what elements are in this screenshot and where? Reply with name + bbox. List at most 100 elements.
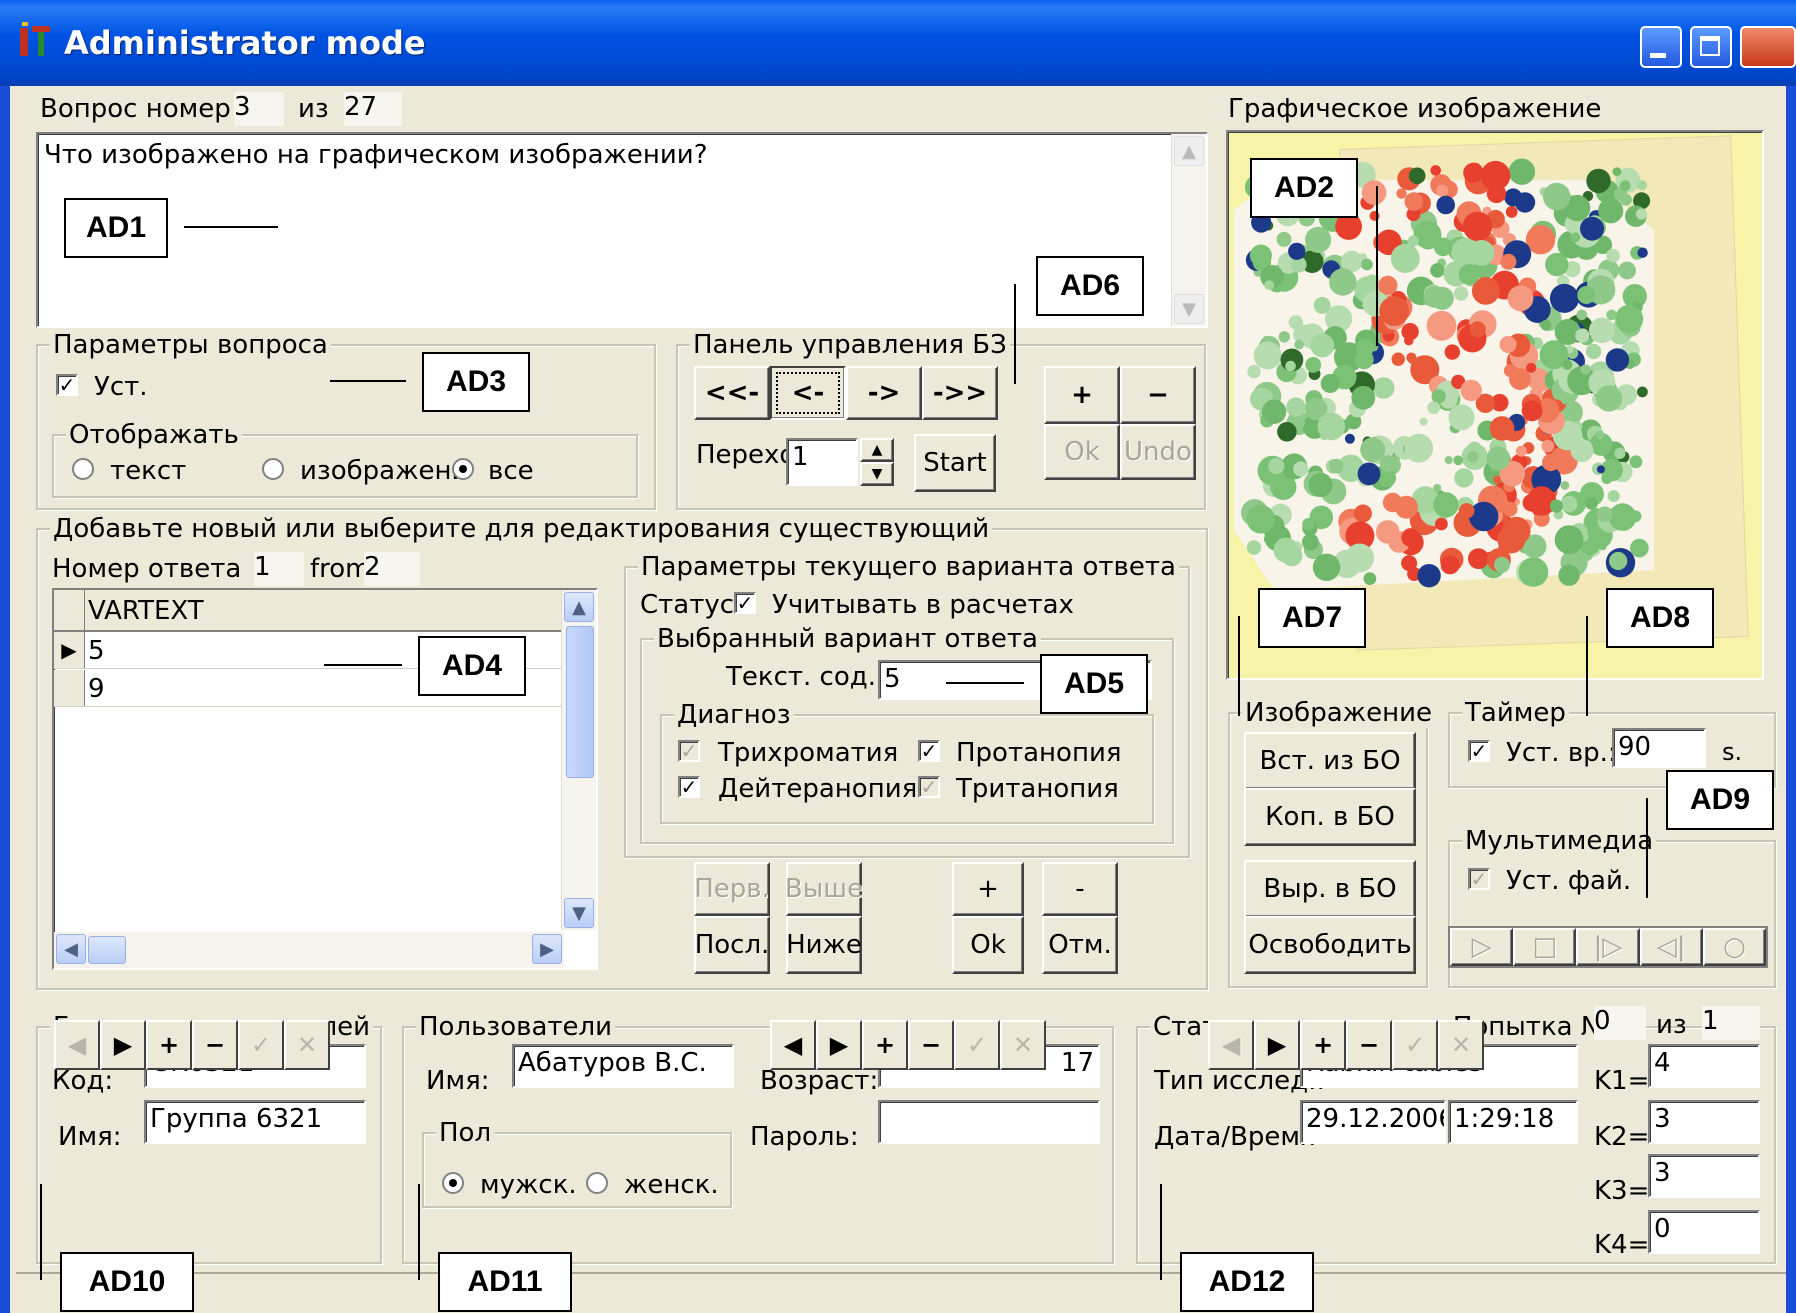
plate-dot — [1606, 309, 1617, 321]
scroll-up-icon[interactable]: ▲ — [564, 592, 594, 622]
close-button[interactable] — [1740, 26, 1796, 68]
question-total: 27 — [344, 92, 402, 126]
nav-post-icon[interactable]: ✓ — [1392, 1020, 1438, 1070]
question-scrollbar[interactable]: ▲ ▼ — [1171, 134, 1206, 326]
ust-checkbox[interactable]: ✓ — [56, 374, 78, 396]
goto-input[interactable]: 1 — [786, 438, 858, 486]
nav-cancel-icon[interactable]: ✕ — [284, 1020, 330, 1070]
scroll-up-icon[interactable]: ▲ — [1174, 136, 1204, 166]
protanopia-checkbox[interactable]: ✓ — [918, 740, 940, 762]
plate-dot — [1430, 263, 1445, 278]
answer-down-button[interactable]: Ниже — [786, 916, 862, 974]
cut-to-clipboard-button[interactable]: Выр. в БО — [1244, 860, 1416, 918]
first-record-button[interactable]: <<- — [694, 366, 770, 420]
timer-checkbox[interactable]: ✓ — [1468, 740, 1490, 762]
db-undo-button[interactable]: Undo — [1120, 424, 1196, 480]
nav-next-icon[interactable]: ▶ — [1254, 1020, 1300, 1070]
nav-post-icon[interactable]: ✓ — [238, 1020, 284, 1070]
scroll-down-icon[interactable]: ▼ — [1174, 294, 1204, 324]
spin-up-icon[interactable]: ▲ — [860, 438, 894, 462]
scroll-right-icon[interactable]: ▶ — [532, 934, 562, 964]
user-name-input[interactable]: Абатуров В.С. — [512, 1044, 734, 1088]
date-input[interactable]: 29.12.2006 — [1300, 1100, 1446, 1144]
k3-input[interactable]: 3 — [1648, 1154, 1760, 1198]
k1-input[interactable]: 4 — [1648, 1044, 1760, 1088]
minimize-button[interactable] — [1640, 26, 1682, 68]
plate-dot — [1344, 433, 1355, 444]
next-record-button[interactable]: -> — [846, 366, 922, 420]
trichromacy-checkbox[interactable]: ✓ — [678, 740, 700, 762]
maximize-button[interactable] — [1690, 26, 1732, 68]
nav-cancel-icon[interactable]: ✕ — [1000, 1020, 1046, 1070]
grid-vscrollbar[interactable]: ▲ ▼ — [561, 590, 596, 930]
deuteranopia-checkbox[interactable]: ✓ — [678, 776, 700, 798]
grid-hscrollbar[interactable]: ◀ ▶ — [54, 932, 564, 968]
db-minus-button[interactable]: − — [1120, 366, 1196, 424]
answer-ok-button[interactable]: Ok — [952, 916, 1024, 974]
nav-next-icon[interactable]: ▶ — [816, 1020, 862, 1070]
group-name-input[interactable]: Группа 6321 — [144, 1100, 366, 1144]
nav-prev-icon[interactable]: ◀ — [1208, 1020, 1254, 1070]
nav-next-icon[interactable]: ▶ — [100, 1020, 146, 1070]
answer-first-button[interactable]: Перв. — [694, 862, 770, 916]
user-password-input[interactable] — [878, 1100, 1100, 1144]
answer-plus-button[interactable]: + — [952, 862, 1024, 916]
db-ok-button[interactable]: Ok — [1044, 424, 1120, 480]
nav-cancel-icon[interactable]: ✕ — [1438, 1020, 1484, 1070]
multimedia-checkbox[interactable]: ✓ — [1468, 868, 1490, 890]
plate-dot — [1431, 316, 1455, 340]
copy-to-clipboard-button[interactable]: Коп. в БО — [1244, 788, 1416, 846]
grid-column-header[interactable]: VARTEXT — [88, 596, 204, 626]
plate-dot — [1595, 430, 1605, 440]
nav-delete-icon[interactable]: − — [192, 1020, 238, 1070]
scroll-thumb[interactable] — [566, 626, 594, 778]
scroll-down-icon[interactable]: ▼ — [564, 898, 594, 928]
nav-prev-icon[interactable]: ◀ — [770, 1020, 816, 1070]
step-back-icon[interactable]: ◁| — [1639, 928, 1703, 966]
nav-post-icon[interactable]: ✓ — [954, 1020, 1000, 1070]
title-bar[interactable]: Administrator mode — [0, 0, 1796, 86]
plate-dot — [1246, 540, 1262, 555]
db-plus-button[interactable]: + — [1044, 366, 1120, 424]
radio-text[interactable] — [72, 458, 94, 480]
answer-up-button[interactable]: Выше — [785, 862, 863, 916]
radio-all[interactable] — [452, 458, 474, 480]
time-input[interactable]: 1:29:18 — [1448, 1100, 1578, 1144]
nav-prev-icon[interactable]: ◀ — [54, 1020, 100, 1070]
answer-cancel-button[interactable]: Отм. — [1042, 916, 1118, 974]
hscroll-thumb[interactable] — [88, 936, 126, 964]
plate-dot — [1408, 167, 1426, 185]
plate-dot — [1294, 417, 1306, 429]
radio-female[interactable] — [586, 1172, 608, 1194]
nav-delete-icon[interactable]: − — [908, 1020, 954, 1070]
answer-last-button[interactable]: Посл. — [694, 916, 770, 974]
stop-icon[interactable]: □ — [1513, 928, 1577, 966]
callout-line — [418, 1184, 420, 1280]
nav-add-icon[interactable]: + — [146, 1020, 192, 1070]
k4-input[interactable]: 0 — [1648, 1210, 1760, 1254]
radio-image[interactable] — [262, 458, 284, 480]
step-forward-icon[interactable]: |▷ — [1576, 928, 1640, 966]
spin-down-icon[interactable]: ▼ — [860, 462, 894, 486]
insert-from-clipboard-button[interactable]: Вст. из БО — [1244, 732, 1416, 790]
tritanopia-checkbox[interactable]: ✓ — [918, 776, 940, 798]
nav-add-icon[interactable]: + — [862, 1020, 908, 1070]
plate-dot — [1619, 180, 1631, 192]
plate-dot — [1430, 165, 1441, 176]
question-text-area[interactable]: Что изображено на графическом изображени… — [36, 132, 1208, 328]
free-image-button[interactable]: Освободить — [1244, 916, 1416, 974]
answer-minus-button[interactable]: - — [1042, 862, 1118, 916]
timer-input[interactable]: 90 — [1612, 728, 1706, 768]
prev-record-button[interactable]: <- — [770, 366, 846, 420]
nav-delete-icon[interactable]: − — [1346, 1020, 1392, 1070]
nav-add-icon[interactable]: + — [1300, 1020, 1346, 1070]
scroll-left-icon[interactable]: ◀ — [56, 934, 86, 964]
last-record-button[interactable]: ->> — [922, 366, 998, 420]
k2-input[interactable]: 3 — [1648, 1100, 1760, 1144]
window-border-left — [0, 86, 10, 1313]
count-in-calc-checkbox[interactable]: ✓ — [734, 592, 756, 614]
play-icon[interactable]: ▷ — [1450, 928, 1514, 966]
radio-male[interactable] — [442, 1172, 464, 1194]
start-button[interactable]: Start — [914, 434, 996, 492]
record-icon[interactable]: ○ — [1702, 928, 1767, 966]
